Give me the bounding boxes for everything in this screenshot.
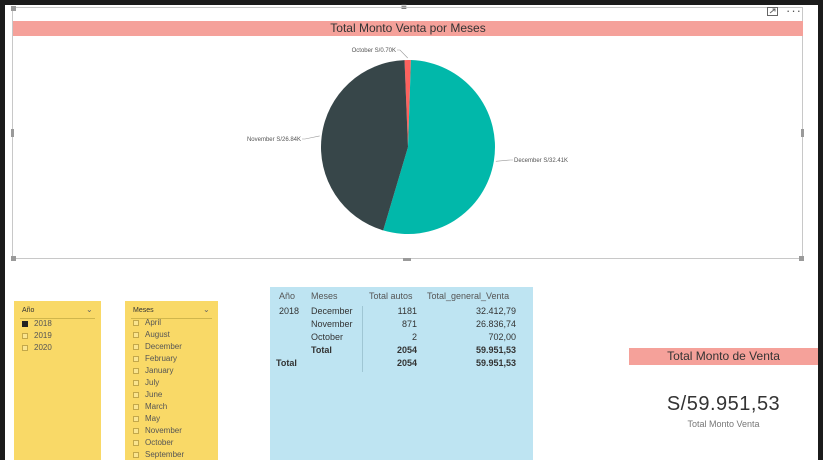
pie-data-label: October S/0.70K	[352, 48, 396, 54]
chevron-down-icon[interactable]: ⌄	[86, 305, 93, 314]
month-slicer-header: Meses	[133, 307, 154, 314]
slicer-item-label: December	[145, 342, 182, 351]
subtotal-autos: 2054	[396, 345, 417, 355]
slicer-item-july[interactable]: July	[133, 378, 159, 387]
checkbox[interactable]	[133, 367, 139, 374]
slicer-item-december[interactable]: December	[133, 342, 182, 351]
checkbox[interactable]	[133, 451, 139, 458]
card-title: Total Monto de Venta	[629, 348, 818, 365]
header-year[interactable]: Año	[279, 291, 295, 301]
grand-total-venta: 59.951,53	[475, 358, 516, 368]
slicer-item-june[interactable]: June	[133, 390, 162, 399]
slicer-item-august[interactable]: August	[133, 330, 170, 339]
slicer-item-may[interactable]: May	[133, 414, 160, 423]
slicer-item-label: May	[145, 414, 161, 423]
checkbox[interactable]	[133, 379, 139, 386]
slicer-item-label: October	[145, 438, 174, 447]
header-month[interactable]: Meses	[311, 291, 338, 301]
checkbox[interactable]	[133, 331, 139, 338]
checkbox[interactable]	[133, 439, 139, 446]
cell-autos: 2	[411, 332, 417, 342]
slicer-item-label: September	[145, 450, 185, 459]
year-slicer: Año ⌄ 2018 2019 2020	[14, 301, 101, 460]
slicer-item-march[interactable]: March	[133, 402, 167, 411]
subtotal-label: Total	[311, 345, 332, 355]
checkbox[interactable]	[133, 391, 139, 398]
cell-venta: 32.412,79	[475, 306, 516, 316]
slicer-item-2018[interactable]: 2018	[22, 319, 52, 328]
pie-leader-line	[397, 49, 408, 59]
card-value: S/59.951,53	[666, 393, 781, 415]
header-total-autos[interactable]: Total autos	[369, 291, 413, 301]
card-caption: Total Monto Venta	[687, 419, 760, 429]
grand-total-label: Total	[276, 358, 297, 368]
slicer-item-january[interactable]: January	[133, 366, 173, 375]
slicer-item-label: 2018	[34, 319, 52, 328]
slicer-item-label: March	[145, 402, 168, 411]
cell-venta: 26.836,74	[475, 319, 516, 329]
checkbox[interactable]	[133, 319, 139, 326]
header-total-venta[interactable]: Total_general_Venta	[427, 291, 509, 301]
checkbox[interactable]	[133, 403, 139, 410]
slicer-item-label: 2019	[34, 331, 52, 340]
row-year-2018[interactable]: 2018	[279, 306, 299, 316]
pie-data-label: November S/26.84K	[247, 137, 301, 143]
pie-leader-line	[302, 135, 320, 140]
year-slicer-header: Año	[22, 307, 35, 314]
checkbox[interactable]	[22, 332, 28, 339]
cell-month: October	[311, 332, 344, 342]
slicer-item-november[interactable]: November	[133, 426, 182, 435]
slicer-item-label: November	[145, 426, 182, 435]
slicer-item-february[interactable]: February	[133, 354, 177, 363]
grand-total-autos: 2054	[396, 358, 417, 368]
slicer-item-label: January	[145, 366, 174, 375]
column-divider	[362, 306, 363, 372]
cell-venta: 702,00	[488, 332, 516, 342]
cell-month: November	[311, 319, 353, 329]
subtotal-venta: 59.951,53	[475, 345, 516, 355]
checkbox[interactable]	[133, 427, 139, 434]
slicer-item-october[interactable]: October	[133, 438, 173, 447]
checkbox-checked[interactable]	[22, 320, 28, 327]
cell-month: December	[311, 306, 353, 316]
slicer-item-label: 2020	[34, 343, 52, 352]
cell-autos: 871	[401, 319, 417, 329]
pie-leader-line	[495, 159, 513, 162]
slicer-item-label: April	[145, 318, 162, 327]
pie-data-label: December S/32.41K	[514, 158, 568, 164]
checkbox[interactable]	[133, 415, 139, 422]
slicer-item-april[interactable]: April	[133, 318, 161, 327]
chevron-down-icon[interactable]: ⌄	[203, 305, 210, 314]
slicer-item-label: August	[145, 330, 170, 339]
slicer-item-label: June	[145, 390, 163, 399]
slicer-item-label: February	[145, 354, 178, 363]
slicer-item-2019[interactable]: 2019	[22, 331, 52, 340]
checkbox[interactable]	[22, 344, 28, 351]
checkbox[interactable]	[133, 343, 139, 350]
slicer-item-2020[interactable]: 2020	[22, 343, 52, 352]
cell-autos: 1181	[397, 306, 417, 316]
slicer-item-september[interactable]: September	[133, 450, 184, 459]
checkbox[interactable]	[133, 355, 139, 362]
slicer-item-label: July	[145, 378, 160, 387]
month-slicer: Meses ⌄ April August December February J…	[125, 301, 218, 460]
